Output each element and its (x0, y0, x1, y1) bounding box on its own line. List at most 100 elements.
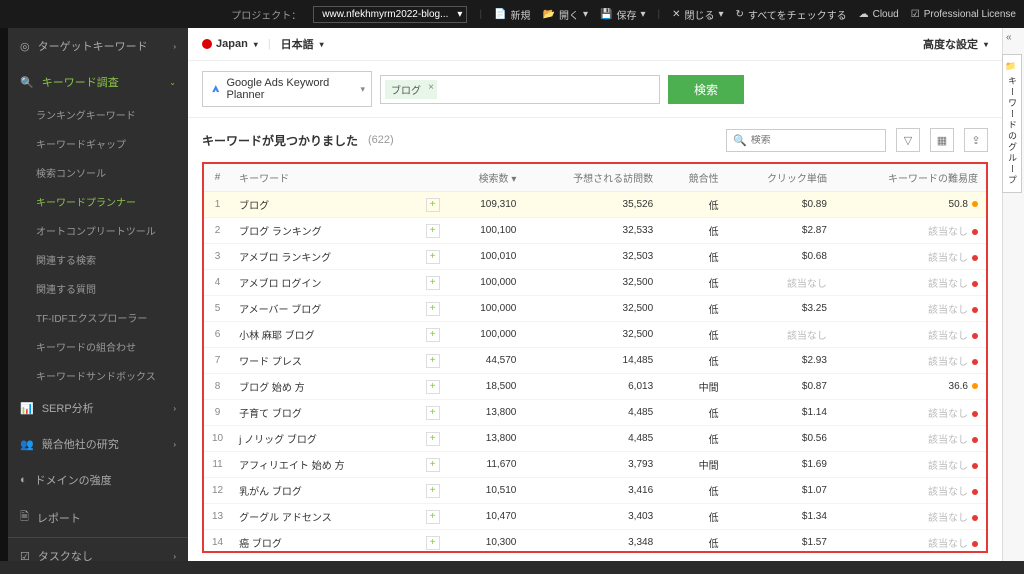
export-button[interactable]: ⇪ (964, 128, 988, 152)
cell-add: + (418, 244, 448, 270)
collapse-rail-icon[interactable]: « (1006, 32, 1012, 43)
add-keyword-button[interactable]: + (426, 302, 440, 316)
new-button[interactable]: 📄 新規 (494, 7, 530, 22)
table-row[interactable]: 12乳がん ブログ+10,5103,416低$1.07該当なし (204, 478, 986, 504)
filter-search[interactable]: 🔍 (726, 129, 886, 152)
sidebar-sub-item[interactable]: 検索コンソール (8, 158, 188, 187)
nav-keyword-research[interactable]: 🔍キーワード調査⌄ (8, 64, 188, 100)
add-keyword-button[interactable]: + (426, 484, 440, 498)
table-row[interactable]: 1ブログ+109,31035,526低$0.8950.8 (204, 192, 986, 218)
people-icon: 👥 (20, 438, 34, 451)
sidebar-sub-item[interactable]: キーワードプランナー (8, 187, 188, 216)
cell-volume: 10,510 (448, 478, 525, 504)
table-row[interactable]: 7ワード プレス+44,57014,485低$2.93該当なし (204, 348, 986, 374)
table-row[interactable]: 14癌 ブログ+10,3003,348低$1.57該当なし (204, 530, 986, 554)
table-row[interactable]: 6小林 麻耶 ブログ+100,00032,500低該当なし該当なし (204, 322, 986, 348)
keyword-input[interactable]: ブログ× (380, 75, 660, 104)
cell-add: + (418, 478, 448, 504)
cell-difficulty: 50.8 (835, 192, 986, 218)
country-select[interactable]: Japan (202, 38, 258, 50)
cell-volume: 13,800 (448, 426, 525, 452)
advanced-settings[interactable]: 高度な設定 (923, 36, 988, 52)
add-keyword-button[interactable]: + (426, 250, 440, 264)
nav-serp[interactable]: 📊SERP分析› (8, 390, 188, 426)
add-keyword-button[interactable]: + (426, 276, 440, 290)
filter-input[interactable] (751, 135, 879, 146)
cell-competition: 低 (661, 218, 727, 244)
cell-visits: 3,416 (524, 478, 661, 504)
project-select[interactable]: www.nfekhmyrm2022-blog... (313, 6, 467, 23)
add-keyword-button[interactable]: + (426, 380, 440, 394)
add-keyword-button[interactable]: + (426, 354, 440, 368)
cell-visits: 35,526 (524, 192, 661, 218)
sidebar-sub-item[interactable]: ランキングキーワード (8, 100, 188, 129)
add-keyword-button[interactable]: + (426, 328, 440, 342)
nav-tasks[interactable]: ☑タスクなし› (8, 538, 188, 574)
sidebar-sub-item[interactable]: 関連する質問 (8, 274, 188, 303)
cell-cpc: $1.57 (727, 530, 835, 554)
table-row[interactable]: 11アフィリエイト 始め 方+11,6703,793中間$1.69該当なし (204, 452, 986, 478)
col-visits[interactable]: 予想される訪問数 (524, 164, 661, 192)
col-competition[interactable]: 競合性 (661, 164, 727, 192)
keyword-groups-tab[interactable]: 📁キーワードのグループ (1002, 54, 1022, 193)
cell-add: + (418, 218, 448, 244)
add-keyword-button[interactable]: + (426, 536, 440, 550)
cell-difficulty: 該当なし (835, 270, 986, 296)
funnel-icon: ▽ (904, 134, 912, 147)
sidebar-sub-item[interactable]: キーワードの組合わせ (8, 332, 188, 361)
sidebar-sub-item[interactable]: オートコンプリートツール (8, 216, 188, 245)
add-keyword-button[interactable]: + (426, 224, 440, 238)
cell-difficulty: 該当なし (835, 400, 986, 426)
col-keyword[interactable]: キーワード (231, 164, 418, 192)
cell-volume: 100,000 (448, 322, 525, 348)
add-keyword-button[interactable]: + (426, 432, 440, 446)
add-keyword-button[interactable]: + (426, 198, 440, 212)
open-button[interactable]: 📂 開く ▾ (543, 7, 588, 22)
col-difficulty[interactable]: キーワードの難易度 (835, 164, 986, 192)
close-button[interactable]: ✕ 閉じる ▾ (672, 7, 723, 22)
right-rail: « 📁キーワードのグループ (1002, 28, 1024, 561)
table-row[interactable]: 2ブログ ランキング+100,10032,533低$2.87該当なし (204, 218, 986, 244)
cell-cpc: $0.56 (727, 426, 835, 452)
table-row[interactable]: 10j ノリッグ ブログ+13,8004,485低$0.56該当なし (204, 426, 986, 452)
cell-index: 11 (204, 452, 231, 478)
search-button[interactable]: 検索 (668, 75, 744, 104)
cell-volume: 10,300 (448, 530, 525, 554)
columns-button[interactable]: ▦ (930, 128, 954, 152)
sidebar-sub-item[interactable]: 関連する検索 (8, 245, 188, 274)
table-row[interactable]: 13グーグル アドセンス+10,4703,403低$1.34該当なし (204, 504, 986, 530)
cell-index: 5 (204, 296, 231, 322)
table-row[interactable]: 8ブログ 始め 方+18,5006,013中間$0.8736.6 (204, 374, 986, 400)
language-select[interactable]: 日本語 (281, 36, 324, 52)
recheck-button[interactable]: ↻ すべてをチェックする (736, 7, 847, 22)
cell-volume: 109,310 (448, 192, 525, 218)
license-badge[interactable]: ☑ Professional License (911, 9, 1016, 20)
sidebar-sub-item[interactable]: TF-IDFエクスプローラー (8, 303, 188, 332)
table-row[interactable]: 5アメーバー ブログ+100,00032,500低$3.25該当なし (204, 296, 986, 322)
col-cpc[interactable]: クリック単価 (727, 164, 835, 192)
chip-remove-icon[interactable]: × (428, 82, 434, 93)
add-keyword-button[interactable]: + (426, 406, 440, 420)
source-select[interactable]: Google Ads Keyword Planner (202, 71, 372, 107)
cloud-button[interactable]: ☁ Cloud (859, 9, 899, 20)
cell-difficulty: 該当なし (835, 322, 986, 348)
sidebar-sub-item[interactable]: キーワードギャップ (8, 129, 188, 158)
sidebar-sub-item[interactable]: キーワードサンドボックス (8, 361, 188, 390)
filter-button[interactable]: ▽ (896, 128, 920, 152)
table-row[interactable]: 3アメブロ ランキング+100,01032,503低$0.68該当なし (204, 244, 986, 270)
cell-volume: 44,570 (448, 348, 525, 374)
cell-index: 8 (204, 374, 231, 400)
table-row[interactable]: 4アメブロ ログイン+100,00032,500低該当なし該当なし (204, 270, 986, 296)
nav-report[interactable]: 🗎レポート (8, 498, 188, 537)
col-index[interactable]: # (204, 164, 231, 192)
cell-visits: 32,503 (524, 244, 661, 270)
results-table: # キーワード 検索数 ▾ 予想される訪問数 競合性 クリック単価 キーワードの… (204, 164, 986, 553)
add-keyword-button[interactable]: + (426, 510, 440, 524)
table-row[interactable]: 9子育て ブログ+13,8004,485低$1.14該当なし (204, 400, 986, 426)
nav-domain-strength[interactable]: ◐ドメインの強度 (8, 462, 188, 498)
col-volume[interactable]: 検索数 ▾ (448, 164, 525, 192)
add-keyword-button[interactable]: + (426, 458, 440, 472)
save-button[interactable]: 💾 保存 ▾ (600, 7, 645, 22)
nav-target-keywords[interactable]: ◎ターゲットキーワード› (8, 28, 188, 64)
nav-competitors[interactable]: 👥競合他社の研究› (8, 426, 188, 462)
